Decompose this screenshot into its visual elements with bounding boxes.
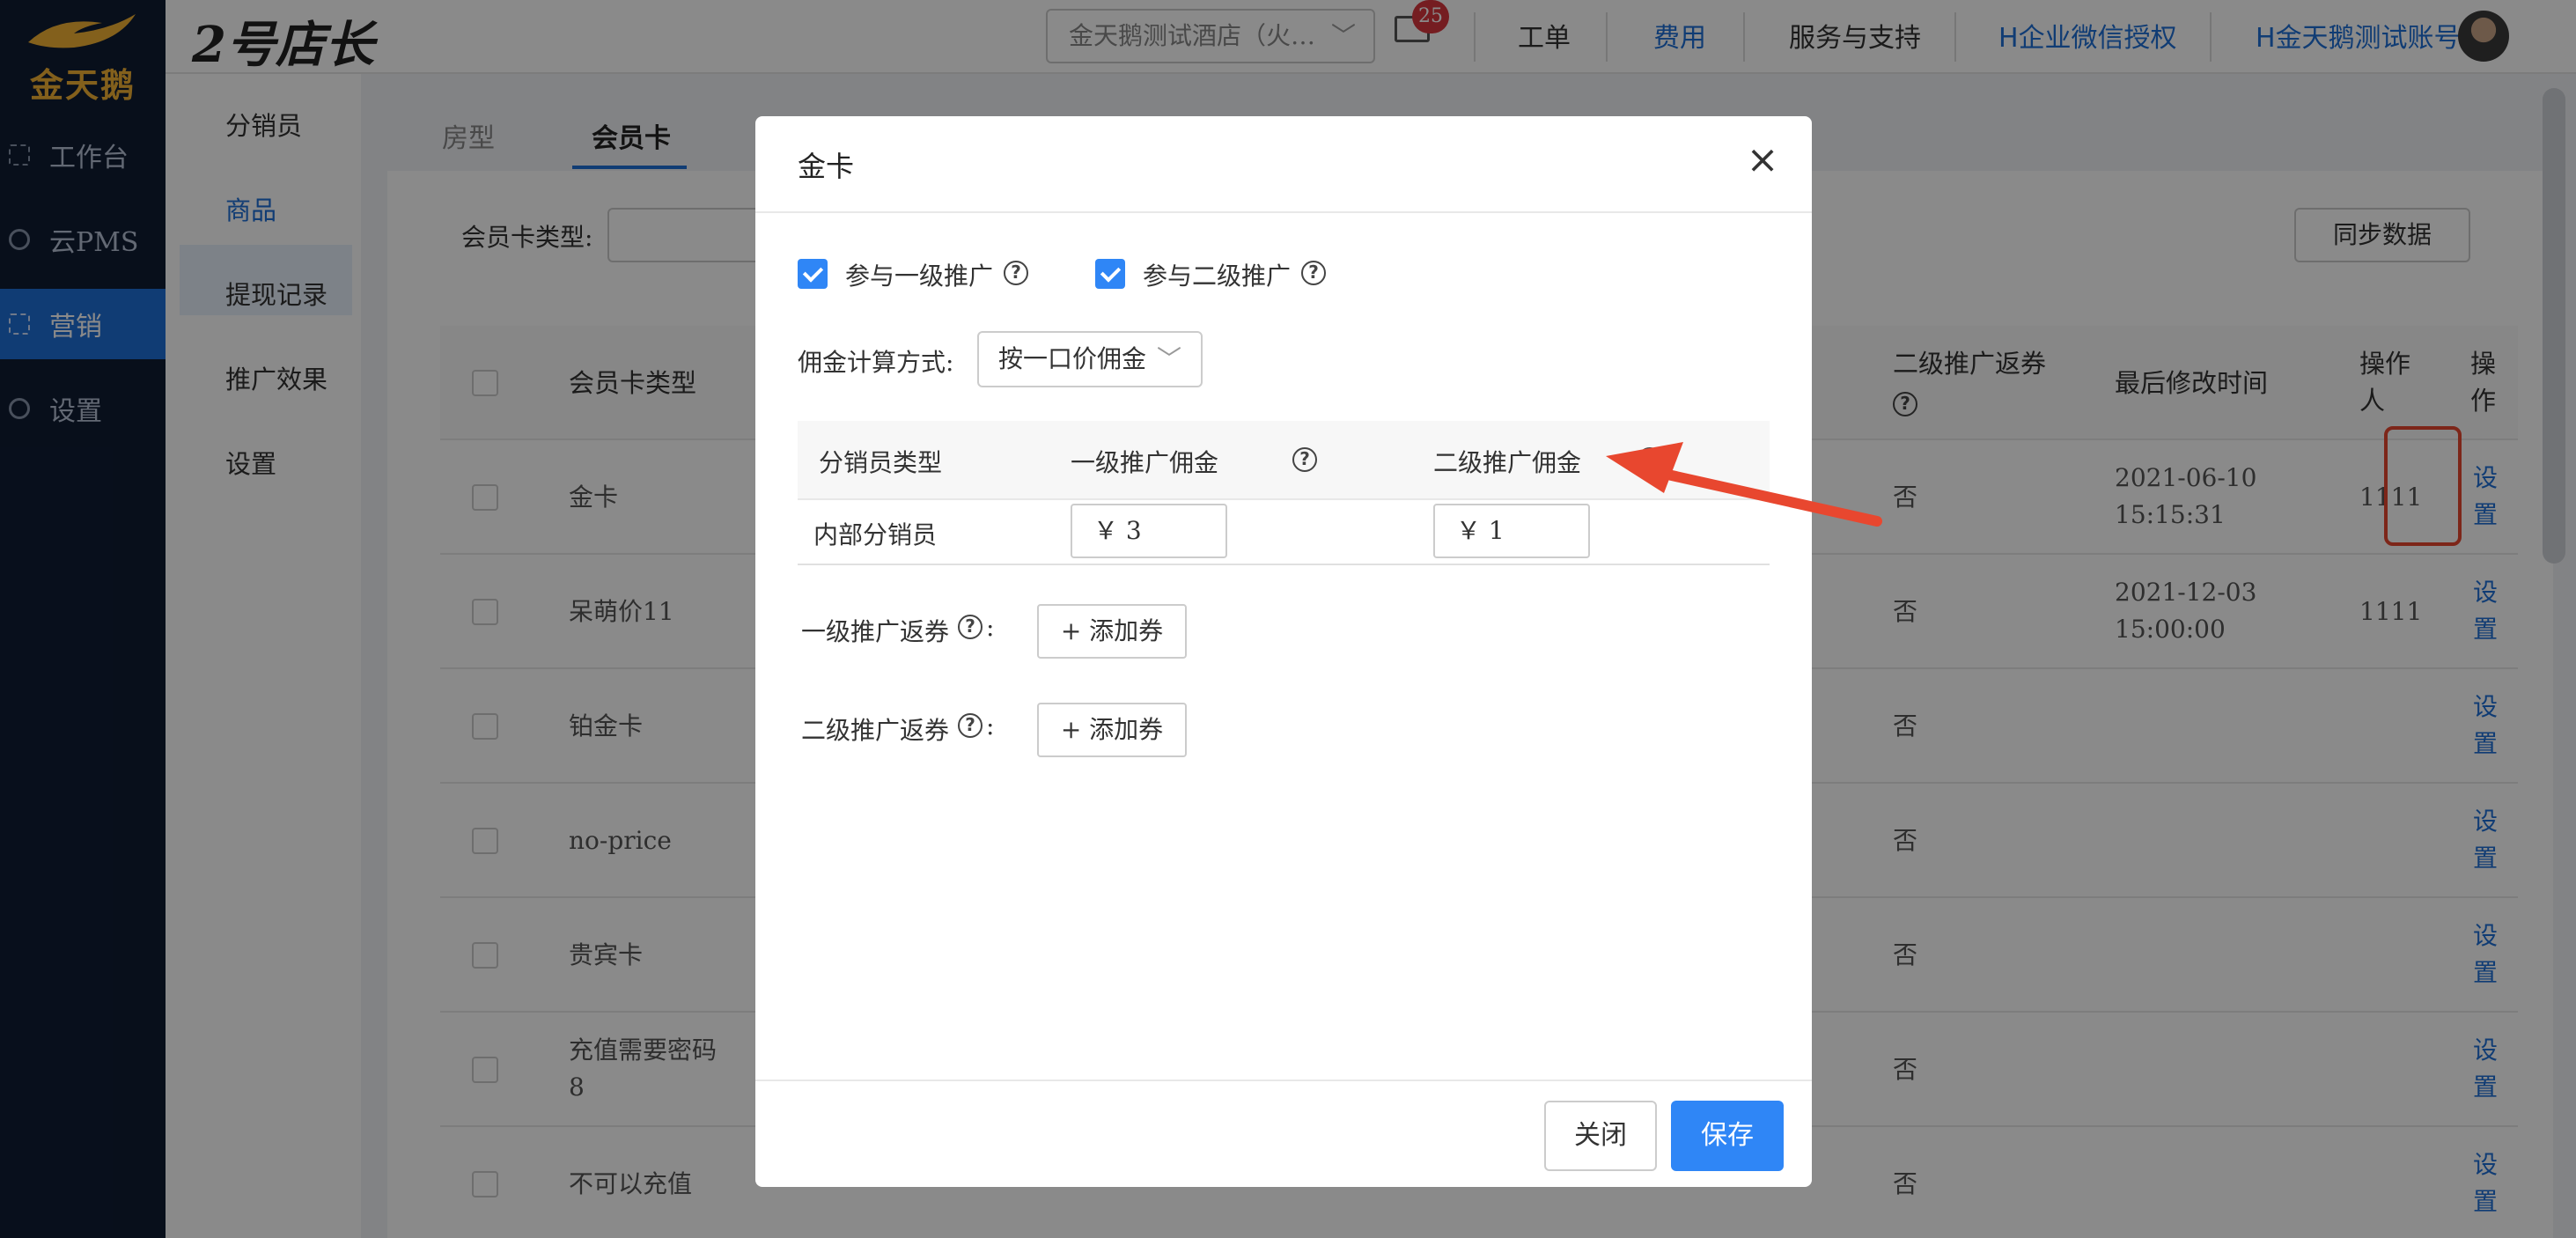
calc-method-select[interactable]: 按一口价佣金 ﹀	[977, 331, 1203, 387]
level2-commission-input[interactable]: ￥ 1	[1433, 504, 1590, 558]
distributor-type-cell: 内部分销员	[813, 520, 938, 549]
help-icon[interactable]: ?	[1301, 261, 1326, 285]
label-colon: :	[986, 711, 995, 741]
level2-promo-checkbox[interactable]	[1095, 259, 1125, 289]
level1-coupon-label: 一级推广返券	[801, 617, 950, 646]
card-settings-modal: 金卡 × 参与一级推广 ? 参与二级推广 ? 佣金计算方式: 按一口价佣金 ﹀ …	[755, 116, 1812, 1187]
help-icon[interactable]: ?	[1292, 447, 1317, 472]
help-icon[interactable]: ?	[958, 713, 983, 738]
level1-commission-input[interactable]: ￥ 3	[1071, 504, 1227, 558]
chevron-down-icon: ﹀	[1156, 344, 1181, 373]
close-button[interactable]: 关闭	[1544, 1101, 1657, 1171]
calc-method-label: 佣金计算方式:	[798, 348, 954, 377]
level2-coupon-label: 二级推广返券	[801, 716, 950, 745]
annotation-arrow	[1606, 442, 1882, 527]
level1-promo-checkbox[interactable]	[798, 259, 828, 289]
label-colon: :	[986, 613, 995, 642]
level1-promo-label: 参与一级推广	[845, 262, 994, 291]
add-level2-coupon-button[interactable]: + 添加券	[1037, 703, 1187, 757]
modal-header: 金卡 ×	[755, 116, 1812, 213]
col-level2-commission: 二级推广佣金	[1433, 448, 1582, 477]
calc-method-value: 按一口价佣金	[998, 344, 1147, 373]
col-distributor-type: 分销员类型	[819, 448, 943, 477]
help-icon[interactable]: ?	[958, 615, 983, 639]
level2-promo-label: 参与二级推广	[1143, 262, 1292, 291]
modal-title: 金卡	[798, 150, 855, 183]
save-button[interactable]: 保存	[1671, 1101, 1784, 1171]
help-icon[interactable]: ?	[1004, 261, 1028, 285]
close-icon[interactable]: ×	[1745, 141, 1780, 180]
add-level1-coupon-button[interactable]: + 添加券	[1037, 604, 1187, 659]
col-level1-commission: 一级推广佣金	[1071, 448, 1219, 477]
modal-footer-divider	[755, 1080, 1812, 1081]
